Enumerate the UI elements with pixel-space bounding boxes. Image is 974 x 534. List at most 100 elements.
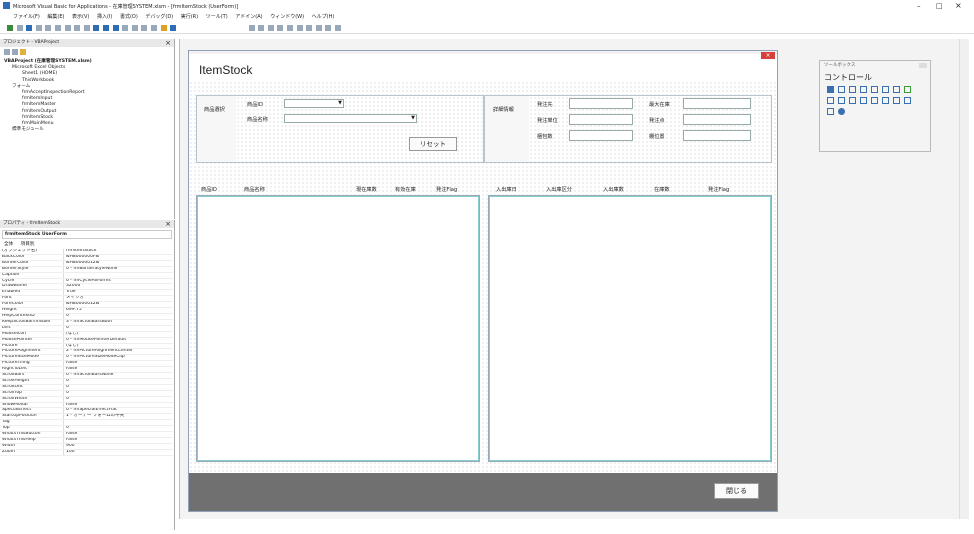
property-value[interactable]: 0 (64, 397, 173, 402)
toolbox-tab[interactable]: コントロール (820, 70, 930, 85)
property-value[interactable]: 0 - fmBorderStyleNone (64, 267, 173, 272)
property-value[interactable]: 0 - fmPictureSizeModeClip (64, 355, 173, 360)
properties-window-icon[interactable] (141, 25, 148, 31)
menu-file[interactable]: ファイル(F) (13, 12, 40, 23)
item-name-combobox[interactable]: ▼ (284, 114, 417, 123)
tab-alphabetic[interactable]: 全体 (4, 242, 13, 247)
next-bookmark-icon[interactable] (335, 25, 342, 31)
property-value[interactable]: 2 - fmPictureAlignmentCenter (64, 349, 173, 354)
userform-frmitemstock[interactable]: × ItemStock 商品選択 商品ID ▼ 商品名称 ▼ リセット 詳細情報… (188, 50, 778, 512)
property-value[interactable]: False (64, 432, 173, 437)
menu-addins[interactable]: アドイン(A) (235, 12, 262, 23)
menu-tools[interactable]: ツール(T) (206, 12, 228, 23)
toolbox-close-icon[interactable] (919, 63, 927, 68)
property-value[interactable]: 0 (64, 379, 173, 384)
minimize-button[interactable]: – (917, 2, 921, 10)
menu-debug[interactable]: デバッグ(D) (145, 12, 173, 23)
optionbutton-icon[interactable] (893, 86, 900, 93)
menu-help[interactable]: ヘルプ(H) (312, 12, 335, 23)
redo-icon[interactable] (83, 25, 90, 31)
chevron-down-icon[interactable]: ▼ (411, 115, 415, 121)
property-value[interactable]: 0 - fmMousePointerDefault (64, 338, 173, 343)
form-close-icon[interactable]: × (761, 52, 775, 59)
undo-icon[interactable] (74, 25, 81, 31)
align-icon[interactable] (248, 25, 255, 31)
property-value[interactable]: True (64, 290, 173, 295)
chevron-down-icon[interactable]: ▼ (338, 100, 342, 106)
property-value[interactable]: (なし) (64, 344, 173, 349)
tree-item-modules[interactable]: 標準モジュール (4, 127, 170, 133)
property-row[interactable]: Zoom 100 (0, 449, 173, 456)
toggle-folders-icon[interactable] (20, 49, 26, 55)
property-value[interactable]: False (64, 403, 173, 408)
save-icon[interactable] (26, 25, 33, 31)
frame-icon[interactable] (827, 97, 834, 104)
property-value[interactable]: 100 (64, 450, 173, 455)
image-icon[interactable] (893, 97, 900, 104)
property-value[interactable]: 900 (64, 444, 173, 449)
history-listbox[interactable] (488, 195, 772, 462)
reset-icon[interactable] (112, 25, 119, 31)
select-objects-icon[interactable] (827, 86, 834, 93)
group-icon[interactable] (277, 25, 284, 31)
togglebutton-icon[interactable] (904, 86, 911, 93)
ungroup-icon[interactable] (287, 25, 294, 31)
bring-to-front-icon[interactable] (296, 25, 303, 31)
commandbutton-icon[interactable] (838, 97, 845, 104)
help-icon[interactable] (170, 25, 177, 31)
zoom-icon[interactable] (315, 25, 322, 31)
property-value[interactable]: 32000 (64, 284, 173, 289)
listbox-icon[interactable] (871, 86, 878, 93)
design-mode-icon[interactable] (122, 25, 129, 31)
textbox-icon[interactable] (849, 86, 856, 93)
insert-userform-icon[interactable] (16, 25, 23, 31)
property-value[interactable]: 0 (64, 314, 173, 319)
menu-insert[interactable]: 挿入(I) (97, 12, 112, 23)
checkbox-icon[interactable] (882, 86, 889, 93)
property-value[interactable]: False (64, 438, 173, 443)
break-icon[interactable] (102, 25, 109, 31)
cut-icon[interactable] (35, 25, 42, 31)
paste-icon[interactable] (54, 25, 61, 31)
copy-icon[interactable] (45, 25, 52, 31)
location-textbox[interactable] (683, 130, 751, 141)
menu-view[interactable]: 表示(V) (72, 12, 89, 23)
property-value[interactable] (64, 420, 173, 425)
property-value[interactable]: 0 - fmSpecialEffectFlat (64, 408, 173, 413)
toggle-bookmark-icon[interactable] (325, 25, 332, 31)
spinbutton-icon[interactable] (882, 97, 889, 104)
property-value[interactable]: &H80000012& (64, 261, 173, 266)
maximize-button[interactable]: □ (936, 2, 943, 10)
property-value[interactable]: 1 - オーナー フォームの中央 (64, 414, 173, 419)
combobox-icon[interactable] (860, 86, 867, 93)
property-value[interactable] (64, 273, 173, 278)
view-code-icon[interactable] (4, 49, 10, 55)
property-value[interactable]: 0 (64, 326, 173, 331)
toolbox-icon[interactable] (160, 25, 167, 31)
object-browser-icon[interactable] (150, 25, 157, 31)
view-object-icon[interactable] (12, 49, 18, 55)
menu-window[interactable]: ウィンドウ(W) (270, 12, 304, 23)
close-icon[interactable]: × (165, 39, 171, 47)
tab-categorized[interactable]: 項目別 (21, 242, 35, 247)
menu-format[interactable]: 書式(O) (120, 12, 138, 23)
property-value[interactable]: メイリオ (64, 296, 173, 301)
tabstrip-icon[interactable] (849, 97, 856, 104)
run-icon[interactable] (93, 25, 100, 31)
menu-run[interactable]: 実行(R) (181, 12, 198, 23)
property-value[interactable]: False (64, 367, 173, 372)
project-explorer-icon[interactable] (131, 25, 138, 31)
multipage-icon[interactable] (860, 97, 867, 104)
reset-button[interactable]: リセット (409, 137, 457, 151)
menu-edit[interactable]: 編集(E) (47, 12, 64, 23)
close-icon[interactable]: × (165, 220, 171, 228)
vertical-scrollbar[interactable] (959, 39, 969, 519)
calendar-icon[interactable] (838, 108, 845, 115)
view-excel-icon[interactable] (7, 25, 13, 31)
object-selector[interactable]: frmItemStock UserForm (2, 230, 172, 239)
max-stock-textbox[interactable] (683, 98, 751, 109)
order-to-textbox[interactable] (569, 98, 633, 109)
make-same-size-icon[interactable] (267, 25, 274, 31)
property-value[interactable]: &H80000012& (64, 302, 173, 307)
item-id-combobox[interactable]: ▼ (284, 99, 344, 108)
